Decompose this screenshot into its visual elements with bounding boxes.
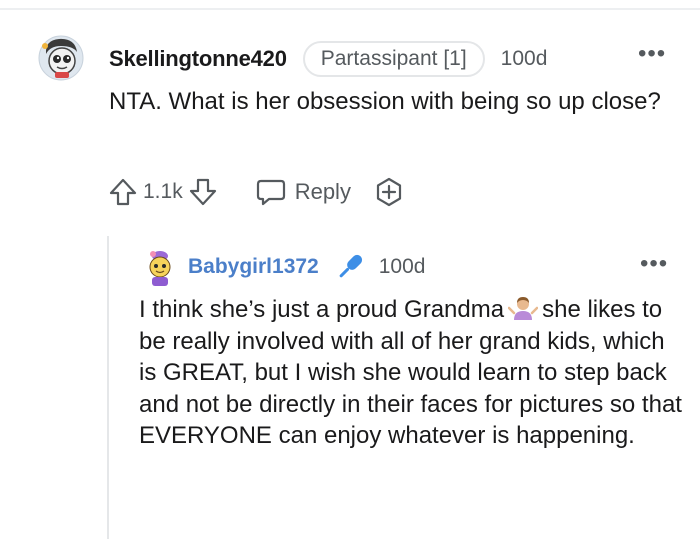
- reply-body: I think she’s just a proud Grandma she l…: [139, 294, 684, 452]
- reply-header: Babygirl1372 100d: [188, 250, 425, 284]
- comment-header: Skellingtonne420 Partassipant [1] 100d: [109, 41, 547, 77]
- reply-age: 100d: [378, 255, 426, 278]
- reply-button[interactable]: Reply: [255, 176, 351, 208]
- speech-bubble-icon: [255, 176, 287, 208]
- reply-username[interactable]: Babygirl1372: [188, 255, 319, 279]
- add-award-icon[interactable]: [373, 176, 405, 208]
- more-dots-icon[interactable]: •••: [638, 42, 666, 66]
- user-flair: Partassipant [1]: [302, 41, 485, 77]
- thread-line[interactable]: [107, 236, 109, 539]
- comment-actions: 1.1k Reply: [107, 172, 405, 212]
- downvote-arrow-icon[interactable]: [187, 176, 219, 208]
- upvote-arrow-icon[interactable]: [107, 176, 139, 208]
- more-dots-icon[interactable]: •••: [640, 252, 668, 276]
- reply-body-text-start: I think she’s just a proud Grandma: [139, 296, 505, 323]
- reply-label: Reply: [294, 179, 351, 204]
- person-shrugging-emoji: [508, 297, 539, 320]
- microphone-icon: [333, 250, 367, 284]
- comment-username[interactable]: Skellingtonne420: [109, 46, 287, 72]
- reply-user-avatar[interactable]: [143, 248, 177, 288]
- top-divider: [0, 8, 700, 10]
- vote-score: 1.1k: [143, 180, 183, 203]
- user-avatar[interactable]: [37, 34, 85, 82]
- comment-body: NTA. What is her obsession with being so…: [109, 88, 661, 115]
- comment-age: 100d: [500, 47, 548, 70]
